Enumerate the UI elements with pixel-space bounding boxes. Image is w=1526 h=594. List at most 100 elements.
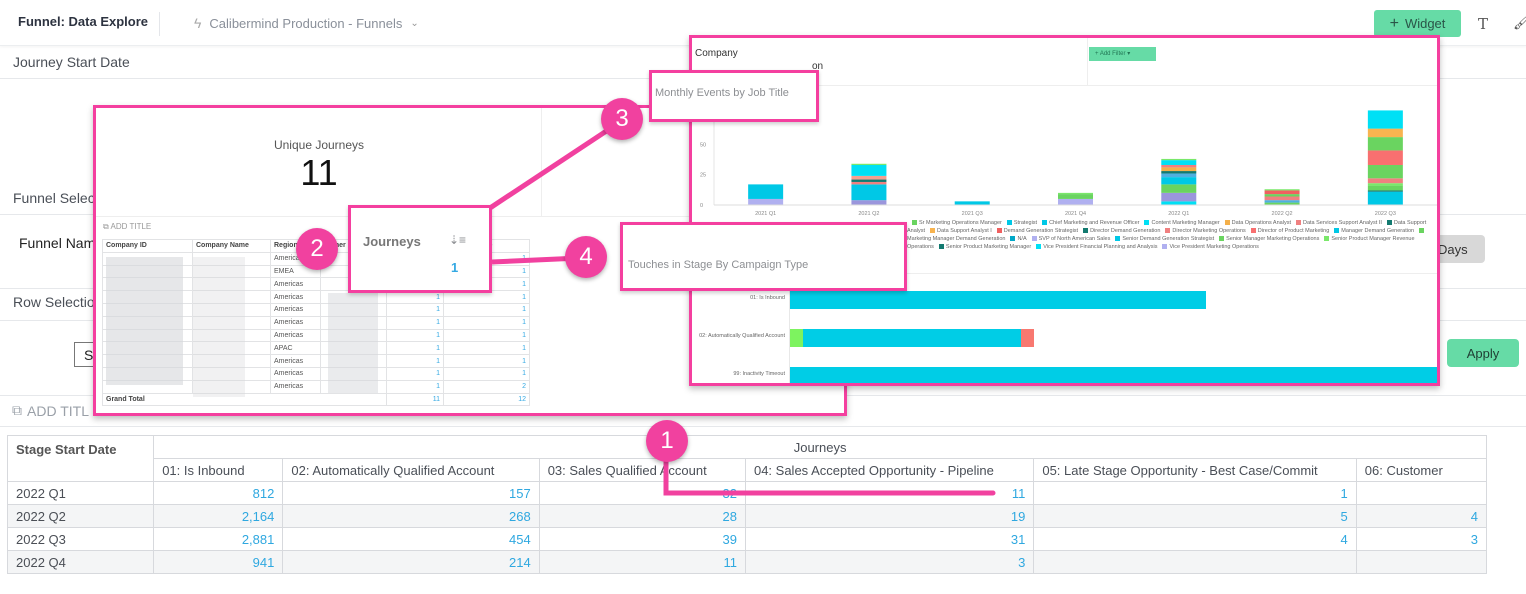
cell-value[interactable]: 3 [744, 550, 1035, 574]
cell-value[interactable]: 812 [153, 481, 284, 505]
bar-segment[interactable] [1367, 137, 1403, 151]
legend-item[interactable]: Strategist [1002, 220, 1037, 226]
journeys-cell[interactable]: 1 [386, 315, 444, 330]
bar-segment[interactable] [790, 367, 1437, 383]
journey-time-cell[interactable]: 1 [443, 328, 530, 343]
bar-segment[interactable] [851, 184, 887, 201]
bar-segment[interactable] [1264, 189, 1300, 191]
legend-item[interactable]: Data Support Analyst I [925, 228, 992, 234]
bar-segment[interactable] [1367, 185, 1403, 191]
bar-segment[interactable] [1021, 329, 1035, 347]
cell-value[interactable]: 31 [744, 527, 1035, 551]
bar-segment[interactable] [1161, 201, 1197, 205]
bar-segment[interactable] [1058, 192, 1093, 195]
bar-segment[interactable] [1161, 184, 1197, 193]
column-header[interactable]: 04: Sales Accepted Opportunity - Pipelin… [744, 458, 1035, 482]
bar-segment[interactable] [851, 179, 887, 182]
bar-segment[interactable] [851, 181, 887, 185]
bar-segment[interactable] [790, 329, 803, 347]
bar-segment[interactable] [1367, 191, 1403, 205]
cell-value[interactable]: 2,881 [153, 527, 284, 551]
paint-brush-icon[interactable]: 🖌 [1513, 14, 1526, 31]
journeys-cell[interactable]: 1 [386, 341, 444, 356]
journeys-cell[interactable]: 1 [386, 302, 444, 317]
cell-value[interactable]: 4 [1033, 527, 1357, 551]
cell-value[interactable] [1355, 550, 1488, 574]
bar-segment[interactable] [1264, 200, 1300, 203]
cell-value[interactable]: 4 [1355, 504, 1488, 528]
text-tool-icon[interactable]: T [1478, 15, 1488, 33]
bar-segment[interactable] [851, 164, 887, 176]
legend-item[interactable]: Chief Marketing and Revenue Officer [1037, 220, 1139, 226]
cell-value[interactable]: 39 [538, 527, 746, 551]
legend-item[interactable]: Director Demand Generation [1078, 228, 1160, 234]
bar-segment[interactable] [1367, 164, 1403, 179]
journeys-cell[interactable]: 1 [386, 354, 444, 368]
bar-segment[interactable] [1161, 173, 1197, 178]
legend-item[interactable]: Director Marketing Operations [1160, 228, 1246, 234]
journeys-cell[interactable]: 1 [386, 366, 444, 381]
column-header[interactable]: 01: Is Inbound [153, 458, 284, 482]
apply-button[interactable]: Apply [1447, 339, 1519, 367]
journey-time-cell[interactable]: 1 [443, 315, 530, 330]
legend-item[interactable]: N/A [1005, 236, 1027, 242]
bar-segment[interactable] [1264, 194, 1300, 197]
legend-item[interactable]: Director of Product Marketing [1246, 228, 1329, 234]
bar-segment[interactable] [851, 175, 887, 180]
journeys-cell[interactable]: 1 [386, 328, 444, 343]
bar-segment[interactable] [790, 291, 1206, 309]
column-header[interactable]: Company ID [102, 239, 193, 253]
journey-time-cell[interactable]: 1 [443, 302, 530, 317]
add-widget-button[interactable]: + Widget [1374, 10, 1461, 37]
bar-segment[interactable] [954, 201, 990, 205]
cell-value[interactable]: 11 [538, 550, 746, 574]
bar-segment[interactable] [1264, 196, 1300, 201]
journey-time-cell[interactable]: 1 [443, 366, 530, 381]
cell-value[interactable]: 2,164 [153, 504, 284, 528]
journey-time-cell[interactable]: 1 [443, 354, 530, 368]
legend-item[interactable]: SVP of North American Sales [1027, 236, 1110, 242]
bar-segment[interactable] [1161, 164, 1197, 168]
journey-time-cell[interactable]: 2 [443, 379, 530, 394]
cell-value[interactable]: 214 [282, 550, 540, 574]
legend-item[interactable]: Senior Manager Marketing Operations [1214, 236, 1319, 242]
bar-segment[interactable] [1161, 160, 1197, 165]
column-header[interactable]: 05: Late Stage Opportunity - Best Case/C… [1033, 458, 1357, 482]
bar-segment[interactable] [1161, 167, 1197, 172]
bar-segment[interactable] [851, 200, 887, 205]
add-title-button[interactable]: ⧉ ADD TITL [12, 402, 89, 419]
cell-value[interactable]: 157 [282, 481, 540, 505]
bar-segment[interactable] [1367, 178, 1403, 184]
add-title-button[interactable]: ⧉ ADD TITLE [103, 222, 151, 232]
legend-item[interactable]: Data Operations Analyst [1220, 220, 1291, 226]
bar-segment[interactable] [1367, 128, 1403, 138]
legend-item[interactable]: Data Services Support Analyst II [1291, 220, 1382, 226]
cell-value[interactable]: 28 [538, 504, 746, 528]
datasource-selector[interactable]: ϟ Calibermind Production - Funnels ⌄ [194, 15, 419, 31]
bar-segment[interactable] [1367, 110, 1403, 129]
legend-item[interactable]: Vice President Marketing Operations [1157, 244, 1259, 250]
column-header[interactable]: Company Name [192, 239, 271, 253]
cell-value[interactable] [1355, 481, 1488, 505]
bar-segment[interactable] [1367, 190, 1403, 192]
column-header[interactable]: 02: Automatically Qualified Account [282, 458, 540, 482]
cell-value[interactable]: 32 [538, 481, 746, 505]
legend-item[interactable]: Content Marketing Manager [1139, 220, 1220, 226]
cell-value[interactable]: 454 [282, 527, 540, 551]
legend-item[interactable]: Demand Generation Strategist [992, 228, 1078, 234]
bar-segment[interactable] [1367, 150, 1403, 165]
bar-segment[interactable] [1161, 171, 1197, 174]
cell-value[interactable]: 3 [1355, 527, 1488, 551]
cell-value[interactable]: 5 [1033, 504, 1357, 528]
legend-item[interactable]: Manager Demand Generation [1329, 228, 1414, 234]
bar-segment[interactable] [748, 184, 784, 199]
journeys-cell[interactable]: 1 [386, 379, 444, 394]
legend-item[interactable]: Sr Marketing Operations Manager [907, 220, 1002, 226]
grand-total-journeys[interactable]: 11 [386, 392, 444, 407]
bar-segment[interactable] [851, 163, 887, 165]
bar-segment[interactable] [803, 329, 1022, 347]
legend-item[interactable]: Vice President Financial Planning and An… [1031, 244, 1157, 250]
bar-segment[interactable] [1264, 190, 1300, 195]
cell-value[interactable]: 19 [744, 504, 1035, 528]
legend-item[interactable]: Senior Product Marketing Manager [934, 244, 1031, 250]
